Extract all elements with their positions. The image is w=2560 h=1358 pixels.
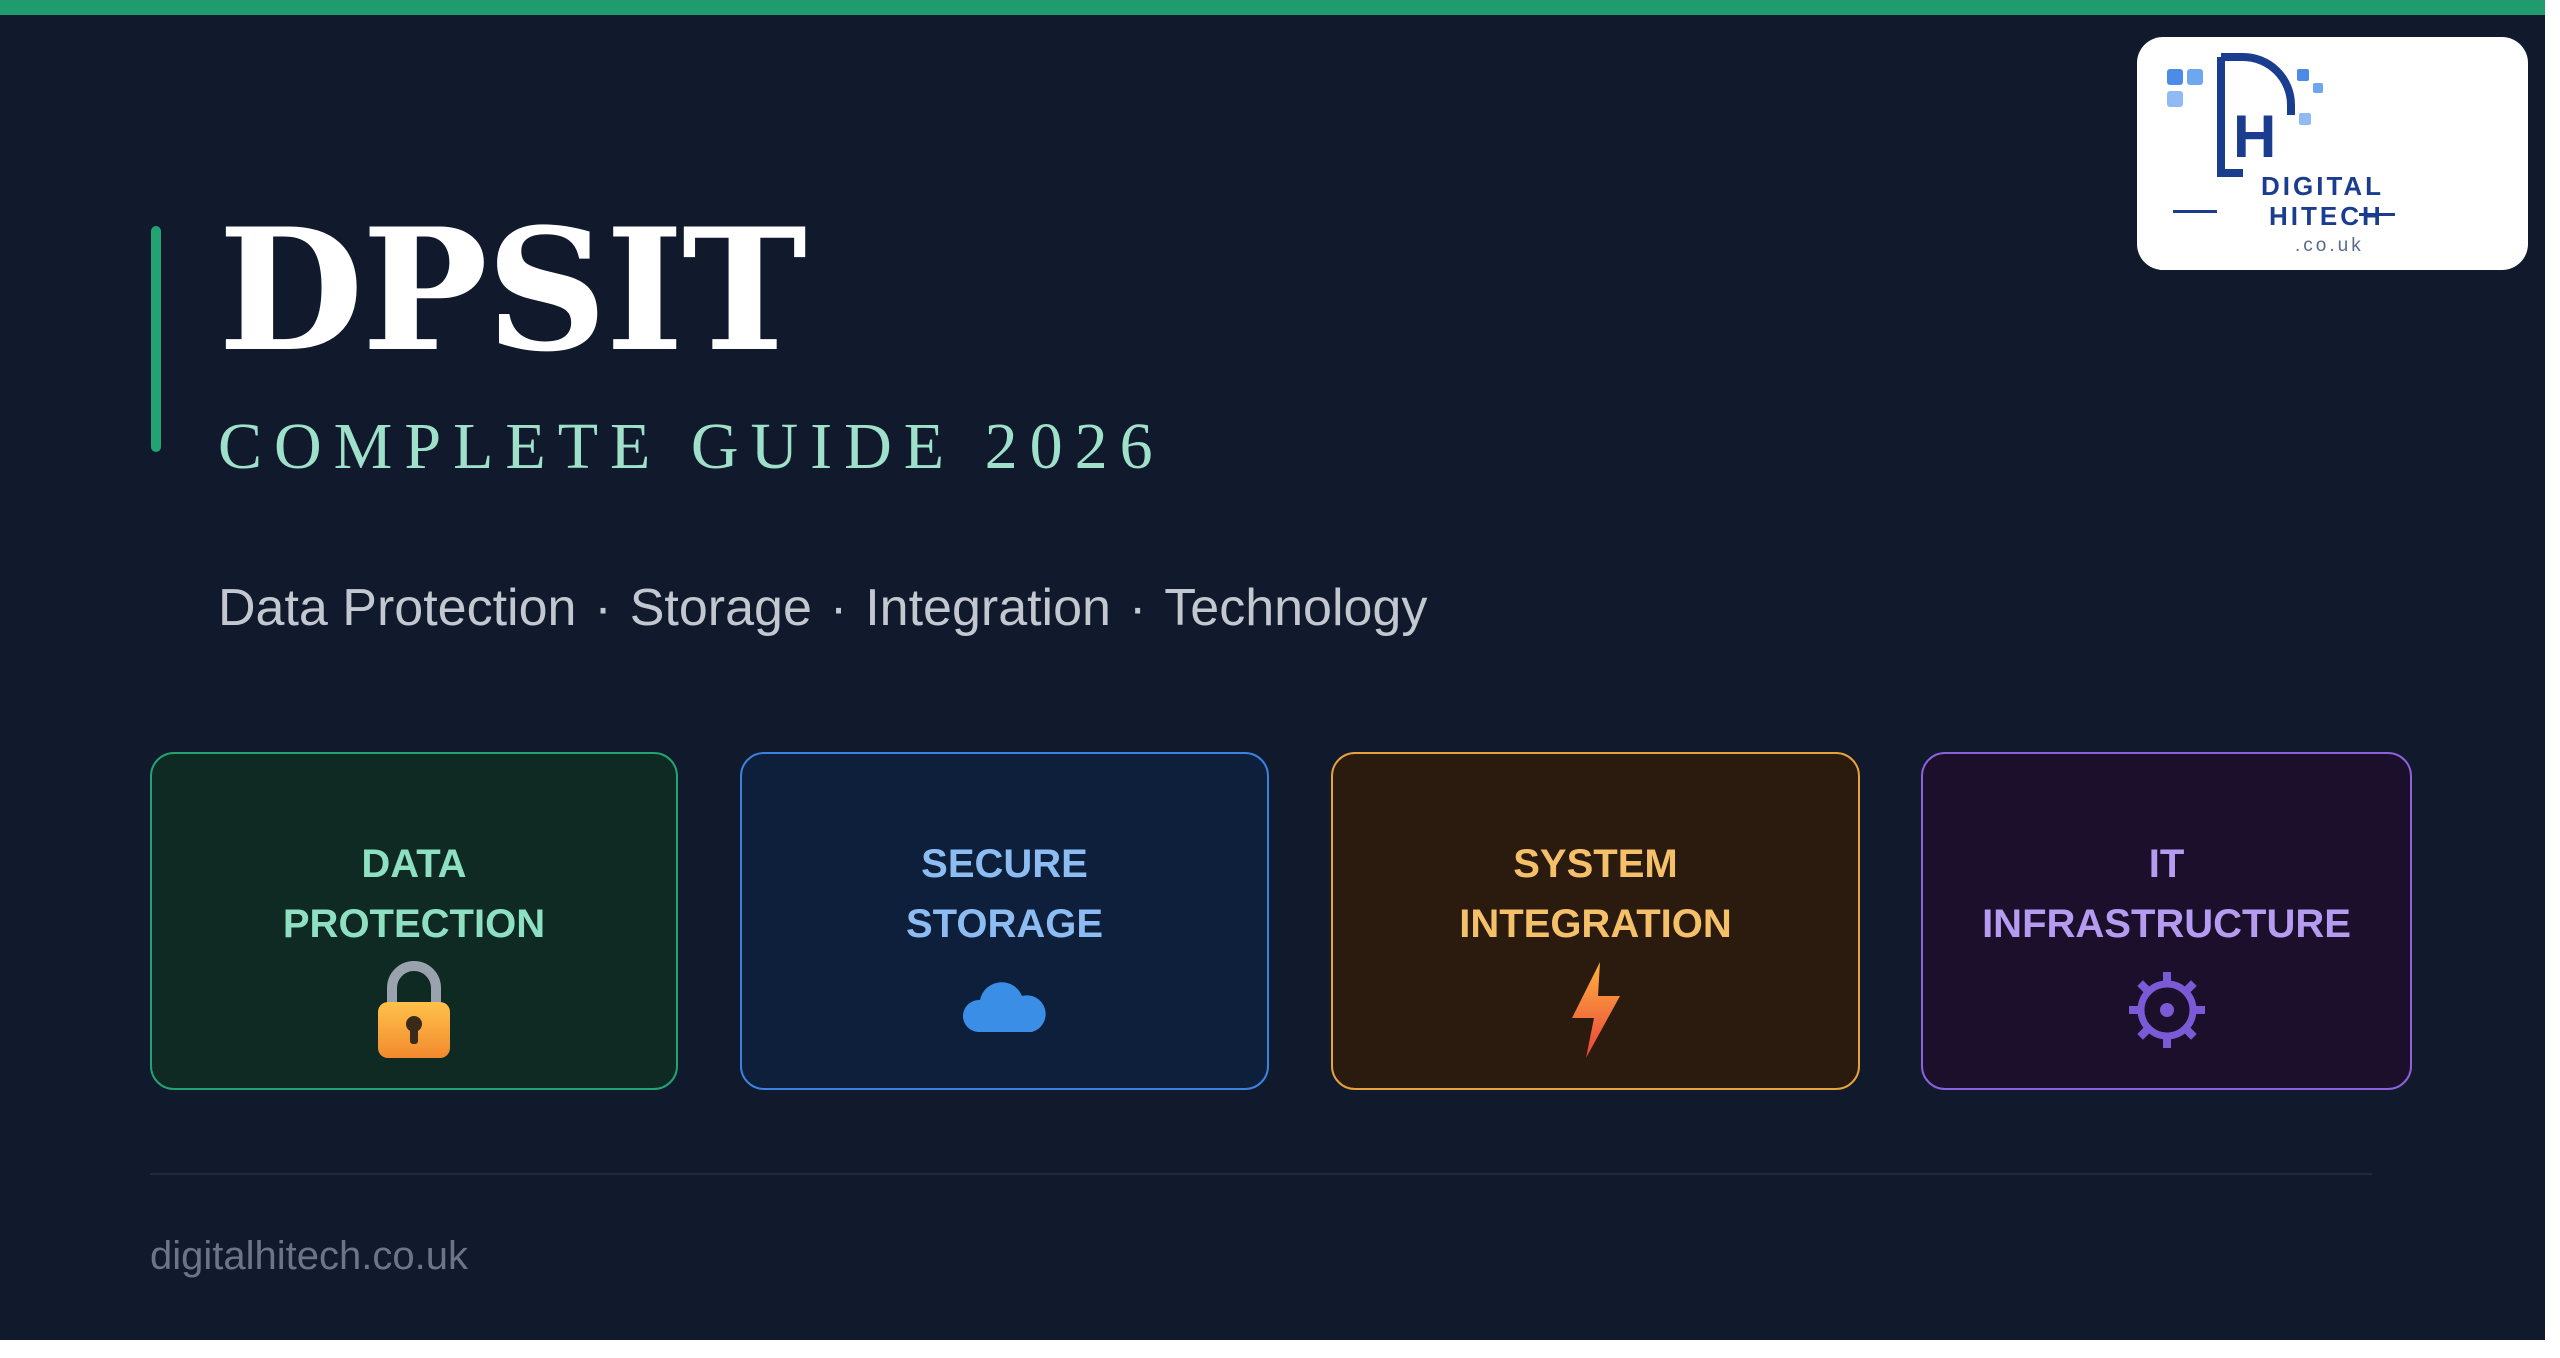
topic-item: Technology — [1164, 579, 1428, 637]
banner: DPSIT COMPLETE GUIDE 2026 Data Protectio… — [0, 0, 2560, 1340]
logo-letter: H — [2233, 103, 2276, 170]
topics-line: Data Protection · Storage · Integration · Tech… — [218, 582, 1427, 634]
card-title: SECURE STORAGE — [905, 842, 1104, 946]
topic-item: Integration — [865, 579, 1111, 637]
lock-icon — [369, 960, 459, 1060]
card-secure-storage: SECURE STORAGE — [740, 752, 1269, 1090]
top-accent-bar — [0, 0, 2560, 15]
card-title: IT INFRASTRUCTURE — [1982, 842, 2351, 946]
topic-separator: · — [594, 579, 612, 637]
lightning-icon — [1551, 960, 1641, 1060]
logo-line1: DIGITAL — [2261, 171, 2385, 201]
topic-item: Storage — [629, 579, 812, 637]
logo-mark-icon: H — [2167, 53, 2323, 177]
gear-icon — [2122, 960, 2212, 1060]
card-it-infrastructure: IT INFRASTRUCTURE — [1921, 752, 2412, 1090]
topic-separator: · — [829, 579, 848, 637]
topic-separator: · — [1128, 579, 1147, 637]
logo-rule — [2173, 210, 2217, 213]
card-data-protection: DATA PROTECTION — [150, 752, 678, 1090]
page-title: DPSIT — [218, 191, 807, 389]
page-subtitle: COMPLETE GUIDE 2026 — [218, 410, 1165, 483]
logo-line2: HITECH — [2269, 201, 2384, 231]
card-title: SYSTEM INTEGRATION — [1459, 842, 1732, 946]
logo-rule — [2359, 213, 2395, 216]
title-accent-line — [151, 226, 161, 452]
brand-logo: H DIGITAL HITECH .co.uk — [2137, 37, 2528, 270]
card-system-integration: SYSTEM INTEGRATION — [1331, 752, 1860, 1090]
footer-url: digitalhitech.co.uk — [150, 1234, 468, 1278]
logo-domain: .co.uk — [2295, 235, 2364, 256]
cloud-icon — [960, 960, 1050, 1060]
right-edge — [2545, 0, 2560, 1340]
footer-divider — [150, 1173, 2372, 1175]
topic-item: Data Protection — [218, 579, 577, 637]
card-title: DATA PROTECTION — [282, 842, 546, 946]
logo-wordmark: DIGITAL HITECH — [2261, 171, 2384, 231]
